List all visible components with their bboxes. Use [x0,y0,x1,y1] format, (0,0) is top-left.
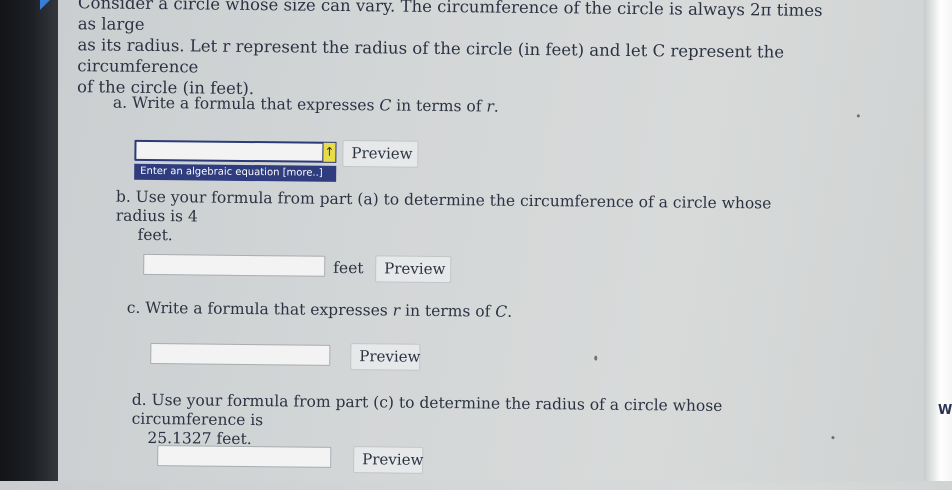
part-a-mid: in terms of [391,96,487,116]
part-a-answer-input[interactable] [134,139,325,163]
screen-bezel-left [0,0,58,481]
part-c-prompt: c. Write a formula that expresses r in t… [127,299,513,322]
part-b-prompt: b. Use your formula from part (a) to det… [115,188,816,252]
part-a-var-c: C [379,96,392,115]
problem-statement: Consider a circle whose size can vary. T… [77,0,838,105]
up-arrow-icon[interactable]: ↑ [322,141,337,163]
part-b-unit-label: feet [333,258,364,278]
part-d-preview-button[interactable]: Preview [353,446,423,474]
part-c-mid: in terms of [400,301,496,321]
screen-speck [831,436,835,440]
part-c-prefix: c. Write a formula that expresses [126,298,393,320]
part-a-prompt: a. Write a formula that expresses C in t… [113,94,499,117]
part-a-hint-tooltip[interactable]: Enter an algebraic equation [more..] [134,163,337,182]
screen-speck [856,114,860,118]
part-d-answer-input[interactable] [157,445,332,468]
part-c-preview-button[interactable]: Preview [350,343,421,371]
part-c-var-c: C [495,302,508,321]
part-c-answer-input[interactable] [150,342,331,366]
part-c-suffix: . [507,302,513,321]
corner-arrow-icon [40,0,50,10]
part-a-prefix: a. Write a formula that expresses [112,93,380,115]
part-b-answer-input[interactable] [143,253,326,277]
part-b-preview-button[interactable]: Preview [375,255,452,284]
right-edge-text: W [938,403,952,418]
part-a-preview-button[interactable]: Preview [342,139,419,168]
part-a-suffix: . [493,97,499,116]
screen-speck [594,355,598,361]
problem-content: Consider a circle whose size can vary. T… [53,0,924,490]
